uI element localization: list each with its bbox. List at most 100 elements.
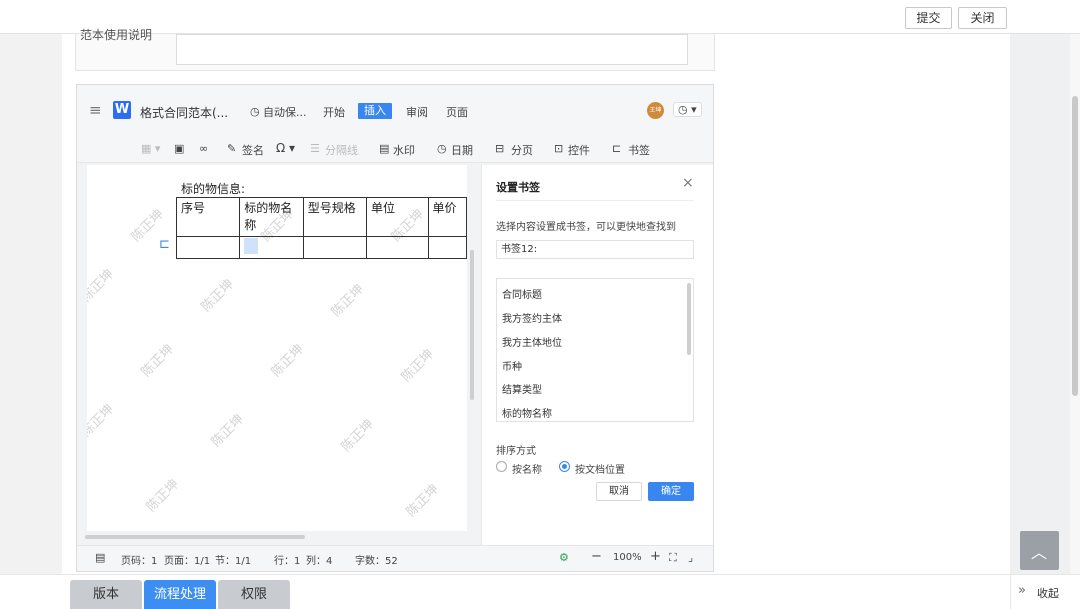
- watermark-text: 陈正坤: [398, 346, 438, 386]
- list-item[interactable]: 结算类型: [502, 381, 542, 396]
- wps-logo-icon: W: [113, 101, 131, 119]
- autosave-status[interactable]: 自动保...: [263, 104, 307, 120]
- watermark-text: 陈正坤: [328, 281, 368, 321]
- watermark-text: 陈正坤: [87, 266, 118, 306]
- table-cell[interactable]: [175, 236, 241, 259]
- tab-insert[interactable]: 插入: [358, 103, 392, 119]
- tab-review[interactable]: 审阅: [406, 104, 428, 120]
- section-label: 标的物信息:: [181, 182, 246, 196]
- status-row: 行：1: [274, 556, 301, 567]
- table-header-cell[interactable]: 单价: [427, 197, 467, 237]
- history-icon[interactable]: ◷ ▾: [673, 102, 702, 117]
- template-note-label: 范本使用说明: [80, 28, 153, 42]
- status-pages: 页面：1/1: [164, 556, 211, 567]
- bookmark-name-input[interactable]: 书签12:: [496, 240, 694, 259]
- sort-by-position-radio[interactable]: [559, 461, 570, 472]
- table-icon[interactable]: ▦ ▾: [141, 142, 160, 155]
- fit-page-icon[interactable]: ⌟: [688, 551, 693, 564]
- date-button[interactable]: 日期: [451, 142, 473, 158]
- close-button[interactable]: 关闭: [958, 7, 1007, 29]
- collapse-button[interactable]: » 收起: [1010, 575, 1080, 609]
- collapse-label: 收起: [1037, 587, 1059, 600]
- avatar[interactable]: 王坤: [647, 102, 664, 119]
- bookmark-button[interactable]: 书签: [628, 142, 650, 158]
- page-scrollbar[interactable]: [1070, 34, 1080, 574]
- symbol-icon[interactable]: Ω ▾: [276, 141, 295, 155]
- table-cell[interactable]: [366, 236, 429, 259]
- separator-button[interactable]: 分隔线: [325, 142, 358, 158]
- status-words: 字数：52: [355, 556, 398, 567]
- watermark-text: 陈正坤: [198, 276, 238, 316]
- list-item[interactable]: 标的物名称: [502, 405, 552, 420]
- cancel-button[interactable]: 取消: [596, 482, 642, 501]
- bookmark-list[interactable]: 合同标题 我方签约主体 我方主体地位 币种 结算类型 标的物名称: [496, 278, 694, 422]
- page-scroll-thumb[interactable]: [1072, 96, 1078, 396]
- table-cell[interactable]: [427, 236, 467, 259]
- watermark-text: 陈正坤: [138, 341, 178, 381]
- watermark-icon: ▤: [379, 142, 390, 155]
- table-header-cell[interactable]: 标的物名称: [239, 197, 304, 237]
- table-header-cell[interactable]: 单位: [366, 197, 429, 237]
- tab-start[interactable]: 开始: [323, 104, 345, 120]
- sort-by-name-radio[interactable]: [496, 461, 507, 472]
- list-item[interactable]: 我方签约主体: [502, 310, 562, 325]
- table-cell[interactable]: [302, 236, 368, 259]
- bookmark-panel: 设置书签 × 选择内容设置成书签，可以更快地查找到 书签12: 合同标题 我方签…: [481, 165, 713, 545]
- panel-title: 设置书签: [496, 181, 540, 194]
- sort-by-position-label[interactable]: 按文档位置: [575, 461, 625, 476]
- panel-hint: 选择内容设置成书签，可以更快地查找到: [496, 222, 676, 233]
- tab-permission[interactable]: 权限: [218, 580, 290, 609]
- separator-icon: ☰: [310, 142, 320, 155]
- sort-by-name-label[interactable]: 按名称: [512, 461, 542, 476]
- template-note-textarea[interactable]: [176, 34, 688, 65]
- zoom-out-icon[interactable]: −: [591, 549, 602, 564]
- watermark-text: 陈正坤: [403, 481, 443, 521]
- doc-horizontal-scrollbar[interactable]: [85, 535, 305, 539]
- pagebreak-button[interactable]: 分页: [511, 142, 533, 158]
- image-icon[interactable]: ▣: [174, 142, 184, 155]
- watermark-text: 陈正坤: [87, 401, 118, 441]
- hamburger-menu-icon[interactable]: ≡: [89, 101, 102, 119]
- table-header-cell[interactable]: 型号规格: [302, 197, 368, 237]
- signature-pen-icon: ✎: [227, 142, 237, 155]
- compat-check-icon[interactable]: ⚙: [559, 551, 569, 564]
- bookmark-icon: ⊏: [612, 142, 622, 155]
- goods-table[interactable]: 序号 标的物名称 型号规格 单位 单价: [175, 197, 467, 259]
- list-item[interactable]: 我方主体地位: [502, 334, 562, 349]
- link-icon[interactable]: ∞: [199, 142, 208, 155]
- status-col: 列：4: [306, 556, 333, 567]
- tab-version[interactable]: 版本: [70, 580, 142, 609]
- control-button[interactable]: 控件: [568, 142, 590, 158]
- zoom-in-icon[interactable]: +: [650, 549, 661, 564]
- insert-toolbar: ▦ ▾ ▣ ∞ ✎ 签名 Ω ▾ ☰ 分隔线 ▤ 水印 ◷ 日期 ⊟ 分页 ⊡ …: [77, 137, 713, 163]
- list-item[interactable]: 币种: [502, 358, 522, 373]
- template-note-row: 范本使用说明: [75, 28, 715, 71]
- submit-button[interactable]: 提交: [905, 7, 952, 29]
- table-cell-selected[interactable]: [239, 236, 304, 259]
- back-to-top-button[interactable]: ︿: [1020, 531, 1059, 570]
- bookmark-marker-icon: ⊏: [159, 237, 170, 252]
- document-editor: ≡ W 格式合同范本(... ◷ 自动保... 开始 插入 审阅 页面 王坤 ◷…: [76, 84, 714, 572]
- pagebreak-icon: ⊟: [495, 142, 505, 155]
- zoom-level[interactable]: 100%: [613, 552, 642, 563]
- tab-page[interactable]: 页面: [446, 104, 468, 120]
- bookmark-list-scrollbar[interactable]: [687, 283, 691, 355]
- table-header-cell[interactable]: 序号: [175, 197, 241, 237]
- document-page[interactable]: 陈正坤 陈正坤 陈正坤 陈正坤 陈正坤 陈正坤 陈正坤 陈正坤 陈正坤 陈正坤 …: [87, 165, 467, 531]
- table-header-row: 序号 标的物名称 型号规格 单位 单价: [175, 197, 467, 237]
- tab-workflow[interactable]: 流程处理: [144, 580, 216, 609]
- ok-button[interactable]: 确定: [648, 482, 694, 501]
- doc-title[interactable]: 格式合同范本(...: [140, 104, 228, 121]
- chevron-up-icon: ︿: [1031, 543, 1048, 562]
- date-clock-icon: ◷: [437, 142, 447, 155]
- doc-margin: [77, 165, 87, 531]
- watermark-button[interactable]: 水印: [393, 142, 415, 158]
- outline-icon[interactable]: ▤: [95, 551, 105, 564]
- bottom-tab-bar: 版本 流程处理 权限 » 收起: [0, 574, 1080, 609]
- fullscreen-icon[interactable]: ⛶: [669, 551, 677, 565]
- sort-label: 排序方式: [496, 446, 536, 457]
- close-icon[interactable]: ×: [682, 175, 694, 191]
- list-item[interactable]: 合同标题: [502, 286, 542, 301]
- signature-button[interactable]: 签名: [242, 142, 264, 158]
- doc-vertical-scrollbar[interactable]: [470, 250, 474, 400]
